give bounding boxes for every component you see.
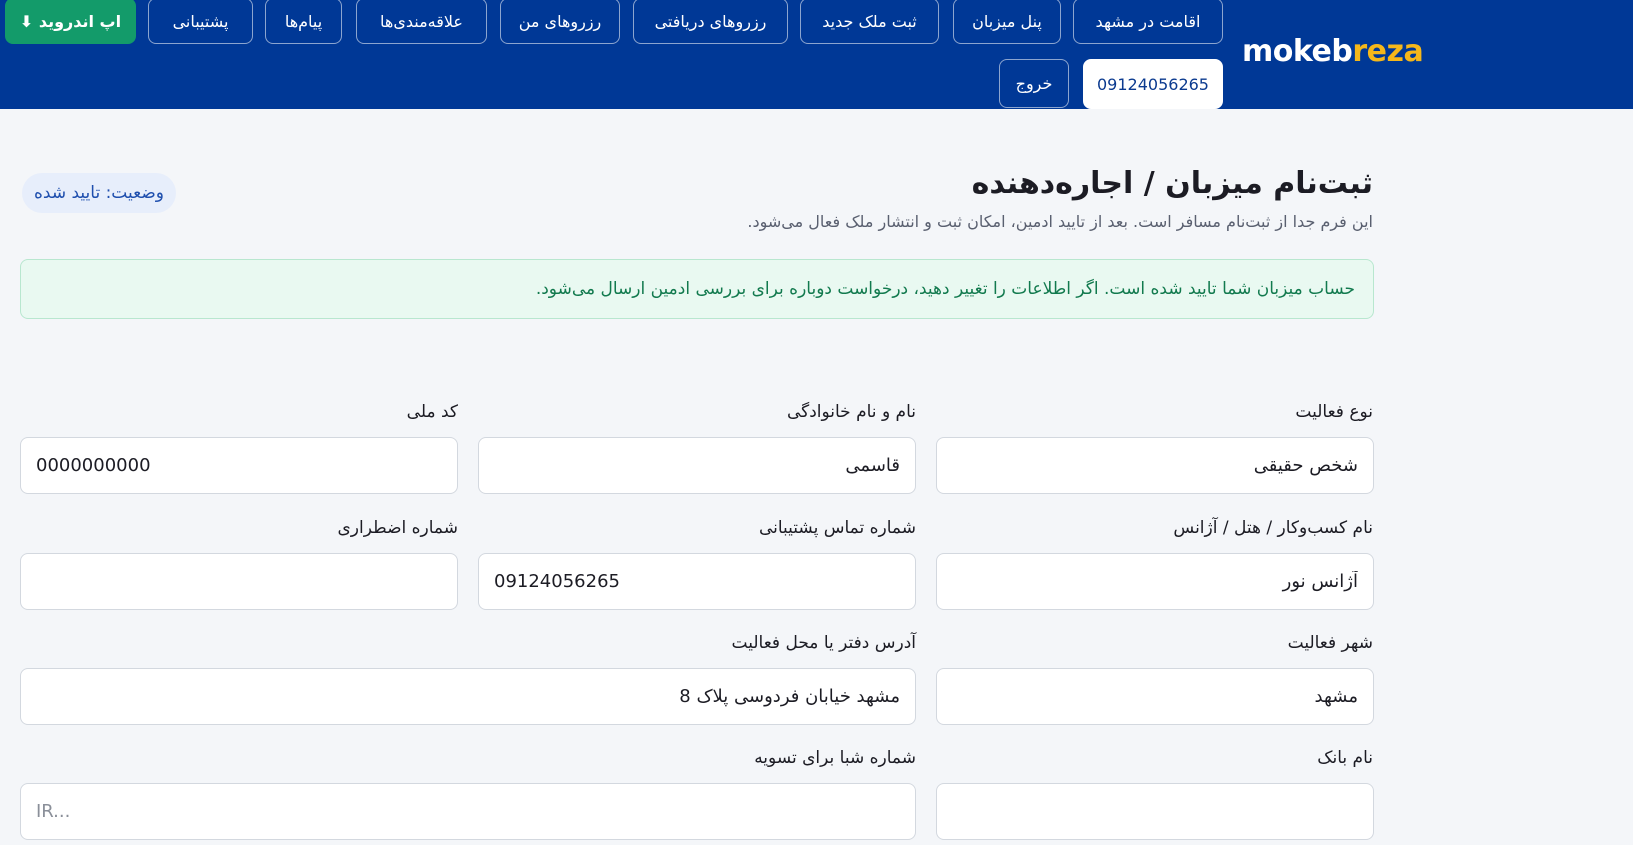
- support-phone-label: شماره تماس پشتیبانی: [758, 518, 916, 538]
- address-field[interactable]: [20, 668, 916, 725]
- stay-in-mashhad-button[interactable]: اقامت در مشهد: [1073, 0, 1223, 44]
- received-reservations-button[interactable]: رزروهای دریافتی: [633, 0, 788, 44]
- logout-button[interactable]: خروج: [999, 59, 1069, 108]
- emergency-phone-field[interactable]: [20, 553, 458, 610]
- support-button[interactable]: پشتیبانی: [148, 0, 253, 44]
- top-navbar: ⬇ اپ اندروید پشتیبانی پیام‌ها علاقه‌مندی…: [0, 0, 1633, 109]
- logo-text-part1: mokeb: [1242, 34, 1353, 69]
- user-phone-button[interactable]: 09124056265: [1083, 59, 1223, 109]
- support-phone-field[interactable]: [478, 553, 916, 610]
- bank-name-field[interactable]: [936, 783, 1374, 840]
- full-name-label: نام و نام خانوادگی: [786, 402, 916, 422]
- host-panel-button[interactable]: پنل میزبان: [953, 0, 1061, 44]
- page-subtitle: این فرم جدا از ثبت‌نام مسافر است. بعد از…: [747, 212, 1373, 231]
- messages-button[interactable]: پیام‌ها: [265, 0, 342, 44]
- sheba-field[interactable]: [20, 783, 916, 840]
- city-field[interactable]: [936, 668, 1374, 725]
- page-title: ثبت‌نام میزبان / اجاره‌دهنده: [971, 166, 1373, 201]
- android-app-button[interactable]: ⬇ اپ اندروید: [5, 0, 136, 44]
- brand-logo[interactable]: mokebreza: [1242, 34, 1424, 69]
- approval-alert: حساب میزبان شما تایید شده است. اگر اطلاع…: [20, 259, 1374, 319]
- sheba-label: شماره شبا برای تسویه: [754, 748, 916, 768]
- approval-alert-text: حساب میزبان شما تایید شده است. اگر اطلاع…: [535, 279, 1355, 299]
- emergency-phone-label: شماره اضطراری: [337, 518, 459, 538]
- national-code-field[interactable]: [20, 437, 458, 494]
- activity-type-label: نوع فعالیت: [1295, 402, 1373, 422]
- register-property-button[interactable]: ثبت ملک جدید: [800, 0, 939, 44]
- favorites-button[interactable]: علاقه‌مندی‌ها: [356, 0, 487, 44]
- status-badge: وضعیت: تایید شده: [22, 173, 176, 213]
- business-name-field[interactable]: [936, 553, 1374, 610]
- logo-text-part2: reza: [1352, 34, 1424, 69]
- my-reservations-button[interactable]: رزروهای من: [500, 0, 620, 44]
- bank-name-label: نام بانک: [1317, 748, 1373, 768]
- address-label: آدرس دفتر یا محل فعالیت: [731, 633, 916, 653]
- activity-type-field[interactable]: [936, 437, 1374, 494]
- national-code-label: کد ملی: [406, 402, 458, 422]
- city-label: شهر فعالیت: [1287, 633, 1373, 653]
- business-name-label: نام کسب‌وکار / هتل / آژانس: [1173, 518, 1373, 538]
- full-name-field[interactable]: [478, 437, 916, 494]
